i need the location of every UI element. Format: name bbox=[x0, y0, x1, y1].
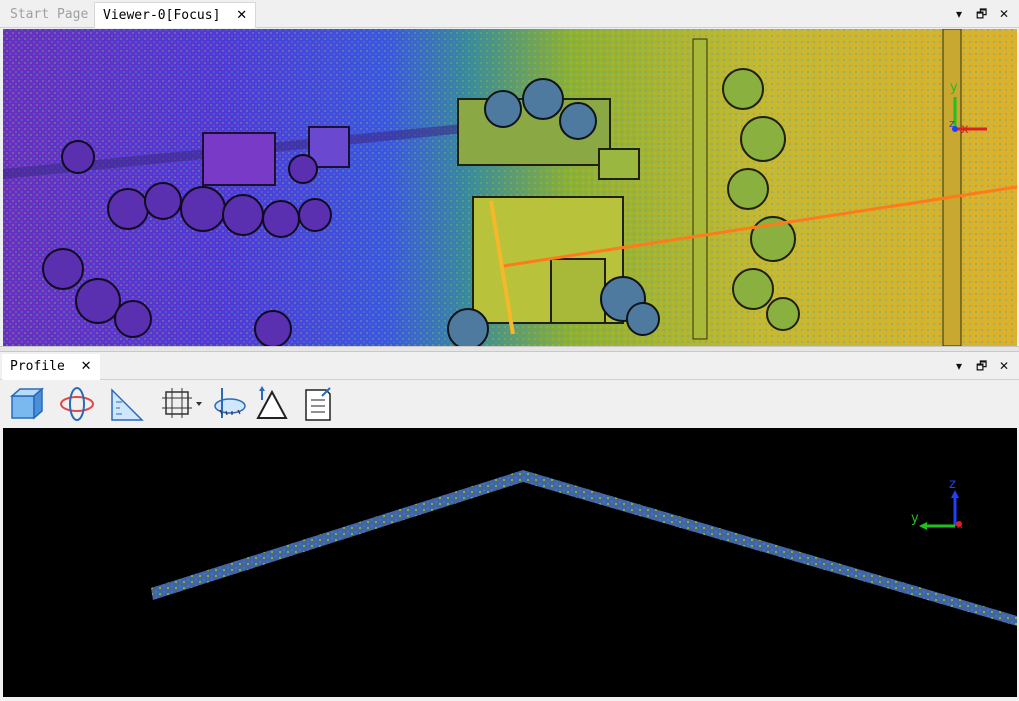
grid-select-icon bbox=[162, 388, 202, 418]
axis-x-label: x bbox=[957, 520, 963, 531]
profile-toolbar bbox=[0, 380, 1019, 428]
tab-start-page-label: Start Page bbox=[10, 7, 89, 22]
building-shape bbox=[598, 148, 640, 180]
profile-view[interactable]: z y x bbox=[3, 428, 1017, 697]
cube-view-button[interactable] bbox=[8, 384, 46, 424]
tab-start-page[interactable]: Start Page bbox=[2, 2, 96, 28]
tab-viewer-0[interactable]: Viewer-0[Focus] ✕ bbox=[94, 2, 257, 28]
close-icon[interactable]: ✕ bbox=[81, 359, 92, 374]
axis-z-label: z bbox=[949, 117, 955, 130]
profile-render: z y x bbox=[151, 470, 1017, 626]
field-strip bbox=[692, 38, 708, 340]
ruler-triangle-icon bbox=[111, 388, 144, 421]
axis-z-label: z bbox=[949, 477, 956, 492]
float-window-icon[interactable]: 🗗 bbox=[976, 352, 987, 380]
axis-y-label: y bbox=[950, 80, 958, 95]
report-button[interactable] bbox=[300, 384, 338, 424]
close-icon[interactable]: ✕ bbox=[999, 0, 1009, 28]
float-window-icon[interactable]: 🗗 bbox=[976, 0, 987, 28]
cube-view-icon bbox=[10, 387, 44, 420]
tab-profile[interactable]: Profile ✕ bbox=[2, 354, 100, 380]
axis-gizmo: z y x bbox=[911, 477, 963, 531]
measure-button[interactable] bbox=[108, 384, 146, 424]
field-strip bbox=[942, 29, 962, 346]
clip-eye-icon bbox=[214, 388, 246, 418]
point-cloud-viewer[interactable]: x y z bbox=[3, 29, 1017, 346]
point-cloud-render: x y z bbox=[3, 29, 1017, 346]
profile-tab-bar: Profile ✕ ▾ 🗗 ✕ bbox=[0, 352, 1019, 380]
terrain-triangle-icon bbox=[256, 386, 288, 419]
building-shape bbox=[202, 132, 276, 186]
axis-y-label: y bbox=[911, 511, 919, 526]
orbit-icon bbox=[60, 387, 94, 421]
dropdown-menu-icon[interactable]: ▾ bbox=[956, 0, 962, 28]
dropdown-menu-icon[interactable]: ▾ bbox=[956, 352, 962, 380]
close-icon[interactable]: ✕ bbox=[999, 352, 1009, 380]
tab-profile-label: Profile bbox=[10, 359, 65, 374]
viewer-tab-bar: Start Page Viewer-0[Focus] ✕ ▾ 🗗 ✕ bbox=[0, 0, 1019, 28]
terrain-profile-button[interactable] bbox=[254, 384, 292, 424]
axis-x-label: x bbox=[961, 122, 969, 137]
building-shape bbox=[550, 258, 606, 324]
close-icon[interactable]: ✕ bbox=[236, 8, 247, 23]
tab-viewer-0-label: Viewer-0[Focus] bbox=[103, 8, 221, 23]
clip-view-button[interactable] bbox=[210, 384, 248, 424]
report-icon bbox=[305, 387, 331, 421]
orbit-button[interactable] bbox=[58, 384, 96, 424]
grid-select-button[interactable] bbox=[160, 384, 202, 424]
